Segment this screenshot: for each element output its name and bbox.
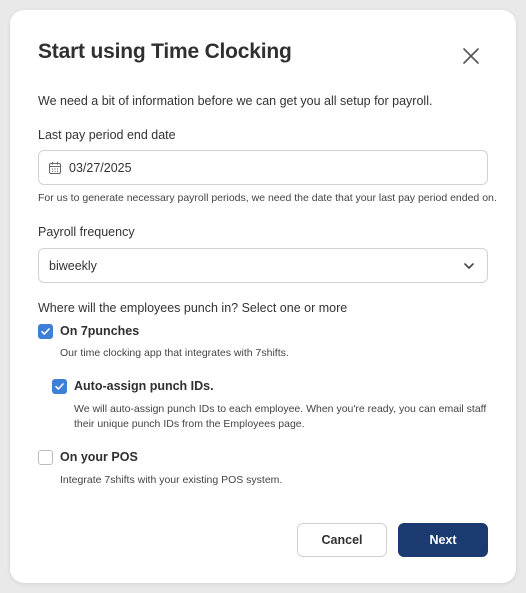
auto-assign-description-line1: We will auto-assign punch IDs to each em… [74,403,487,415]
cancel-button[interactable]: Cancel [297,523,387,557]
calendar-icon [49,161,61,174]
next-button[interactable]: Next [398,523,488,557]
on-7punches-description: Our time clocking app that integrates wi… [60,347,289,359]
checkmark-icon [41,328,50,335]
on-your-pos-checkbox[interactable] [38,450,53,465]
auto-assign-punch-ids-checkbox[interactable] [52,379,67,394]
last-pay-period-help: For us to generate necessary payroll per… [38,192,497,204]
last-pay-period-date-field[interactable]: 03/27/2025 [38,150,488,185]
on-your-pos-description: Integrate 7shifts with your existing POS… [60,474,283,486]
payroll-frequency-label: Payroll frequency [38,225,135,239]
close-button[interactable] [459,44,483,68]
dialog-title: Start using Time Clocking [38,40,292,63]
punch-in-question: Where will the employees punch in? Selec… [38,301,348,315]
auto-assign-description-line2: their unique punch IDs from the Employee… [74,418,305,430]
checkmark-icon [55,383,64,390]
on-7punches-label[interactable]: On 7punches [60,324,139,338]
on-your-pos-label[interactable]: On your POS [60,450,138,464]
last-pay-period-label: Last pay period end date [38,128,176,142]
payroll-frequency-value: biweekly [49,258,97,273]
intro-text: We need a bit of information before we c… [38,94,433,108]
payroll-frequency-select[interactable]: biweekly [38,248,488,283]
chevron-down-icon [464,262,474,269]
time-clocking-dialog: Start using Time Clocking We need a bit … [10,10,516,583]
last-pay-period-value: 03/27/2025 [69,160,132,175]
auto-assign-punch-ids-label[interactable]: Auto-assign punch IDs. [74,379,214,393]
close-icon [463,48,479,64]
on-7punches-checkbox[interactable] [38,324,53,339]
